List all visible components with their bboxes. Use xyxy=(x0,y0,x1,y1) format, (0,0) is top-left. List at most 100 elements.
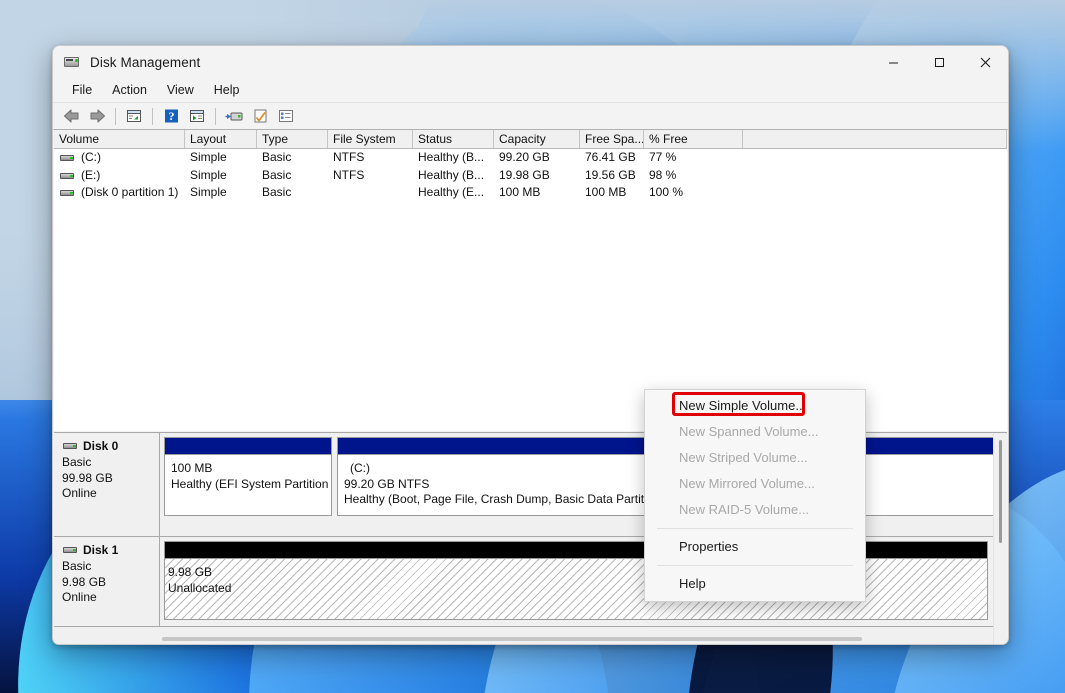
context-menu-item-new-raid-5-volume: New RAID-5 Volume... xyxy=(679,502,810,517)
partition-color-bar xyxy=(854,437,994,454)
volume-list-rows: (C:) Simple Basic NTFS Healthy (B... 99.20 GB… xyxy=(54,149,1007,202)
menu-item-help[interactable]: Help xyxy=(204,81,250,100)
column-header-free-spa[interactable]: Free Spa... xyxy=(580,130,644,148)
cell-layout: Simple xyxy=(190,167,227,182)
partition-block[interactable] xyxy=(854,437,994,536)
cell-volume: (E:) xyxy=(54,167,185,184)
cell-percent-free: 77 % xyxy=(649,150,677,165)
toolbar-separator xyxy=(215,107,216,125)
back-icon[interactable] xyxy=(59,105,83,127)
volume-label: (Disk 0 partition 1) xyxy=(81,185,179,200)
context-menu[interactable]: New Simple Volume... New Spanned Volume..… xyxy=(644,389,866,602)
context-menu-separator xyxy=(657,565,853,566)
properties-icon[interactable] xyxy=(274,105,298,127)
disk-info-panel[interactable]: Disk 1 Basic 9.98 GB Online xyxy=(54,537,160,627)
cell-status: Healthy (B... xyxy=(418,150,485,165)
forward-icon[interactable] xyxy=(85,105,109,127)
cell-free-space: 76.41 GB xyxy=(585,150,636,165)
disk-title: Disk 1 xyxy=(62,543,159,557)
partition-block[interactable]: 100 MB Healthy (EFI System Partition xyxy=(164,437,332,536)
partition-status: Healthy (EFI System Partition xyxy=(171,476,329,491)
disk-partition-bars: 9.98 GB Unallocated xyxy=(160,537,994,627)
volume-list-pane: Volume Layout Type File System Status Capacit… xyxy=(54,129,1007,431)
svg-text:?: ? xyxy=(168,109,174,123)
disk-state: Online xyxy=(62,590,97,604)
disk-name: Disk 0 xyxy=(83,439,119,453)
context-menu-item-new-striped-volume: New Striped Volume... xyxy=(679,450,808,465)
cell-percent-free: 100 % xyxy=(649,185,684,200)
rescan-disks-icon[interactable] xyxy=(222,105,246,127)
disk-state: Online xyxy=(62,486,97,500)
toolbar-separator xyxy=(152,107,153,125)
context-menu-item-new-spanned-volume: New Spanned Volume... xyxy=(679,424,819,439)
table-row[interactable]: (C:) Simple Basic NTFS Healthy (B... 99.20 GB… xyxy=(54,149,1007,167)
column-header-capacity[interactable]: Capacity xyxy=(494,130,580,148)
cell-type: Basic xyxy=(262,150,292,165)
close-button[interactable] xyxy=(962,46,1008,78)
maximize-button[interactable] xyxy=(916,46,962,78)
volume-drive-icon xyxy=(60,168,75,183)
menu-item-file[interactable]: File xyxy=(62,81,102,100)
cell-layout: Simple xyxy=(190,150,227,165)
cell-free-space: 19.56 GB xyxy=(585,167,636,182)
up-one-level-icon[interactable] xyxy=(122,105,146,127)
disk-vertical-scrollbar[interactable] xyxy=(993,433,1007,644)
disk-drive-icon xyxy=(63,544,78,557)
cell-file-system: NTFS xyxy=(333,150,365,165)
cell-percent-free: 98 % xyxy=(649,167,677,182)
disk-horizontal-scrollbar[interactable] xyxy=(161,633,994,644)
partition-legend: UnallocatedPrimary partition xyxy=(54,644,1007,645)
volume-label: (C:) xyxy=(81,150,101,165)
window-controls xyxy=(870,46,1008,78)
context-menu-item-new-simple-volume[interactable]: New Simple Volume... xyxy=(645,393,865,419)
cell-volume: (C:) xyxy=(54,149,185,166)
disk-type: Basic xyxy=(62,559,92,573)
refresh-icon[interactable] xyxy=(248,105,272,127)
disk-vertical-scroll-thumb[interactable] xyxy=(999,440,1002,543)
show-action-pane-icon[interactable] xyxy=(185,105,209,127)
cell-type: Basic xyxy=(262,167,292,182)
volume-drive-icon xyxy=(60,150,75,165)
help-icon[interactable]: ? xyxy=(159,105,183,127)
cell-file-system: NTFS xyxy=(333,167,365,182)
cell-status: Healthy (B... xyxy=(418,167,485,182)
volume-label: (E:) xyxy=(81,167,101,182)
cell-volume: (Disk 0 partition 1) xyxy=(54,184,185,201)
context-menu-separator xyxy=(657,528,853,529)
toolbar-separator xyxy=(115,107,116,125)
column-header-free[interactable]: % Free xyxy=(644,130,743,148)
cell-capacity: 99.20 GB xyxy=(499,150,550,165)
column-header-file-system[interactable]: File System xyxy=(328,130,413,148)
disk-drive-icon xyxy=(64,54,80,70)
window-title: Disk Management xyxy=(90,54,201,70)
context-menu-item-new-mirrored-volume: New Mirrored Volume... xyxy=(679,476,815,491)
partition-size: 100 MB xyxy=(171,461,213,475)
disk-size: 99.98 GB xyxy=(62,470,113,485)
cell-status: Healthy (E... xyxy=(418,185,485,200)
column-header-status[interactable]: Status xyxy=(413,130,494,148)
minimize-button[interactable] xyxy=(870,46,916,78)
menu-item-action[interactable]: Action xyxy=(102,81,157,100)
partition-detail xyxy=(854,454,994,516)
column-header-blank[interactable] xyxy=(743,130,1007,148)
context-menu-item-properties[interactable]: Properties xyxy=(645,534,865,560)
table-row[interactable]: (E:) Simple Basic NTFS Healthy (B... 19.98 GB… xyxy=(54,167,1007,185)
disk-drive-icon xyxy=(63,440,78,453)
column-header-layout[interactable]: Layout xyxy=(185,130,257,148)
disk-title: Disk 0 xyxy=(62,439,159,453)
cell-capacity: 100 MB xyxy=(499,185,541,200)
title-bar: Disk Management xyxy=(53,46,1008,78)
column-header-volume[interactable]: Volume xyxy=(54,130,185,148)
cell-free-space: 100 MB xyxy=(585,185,627,200)
context-menu-item-help[interactable]: Help xyxy=(645,571,865,597)
partition-detail: 100 MB Healthy (EFI System Partition xyxy=(164,454,332,516)
disk-horizontal-scroll-thumb[interactable] xyxy=(162,637,862,641)
cell-type: Basic xyxy=(262,185,292,200)
column-header-type[interactable]: Type xyxy=(257,130,328,148)
table-row[interactable]: (Disk 0 partition 1) Simple Basic Healthy (… xyxy=(54,184,1007,202)
menu-item-view[interactable]: View xyxy=(157,81,204,100)
menu-bar: File Action View Help xyxy=(53,78,1008,103)
disk-name: Disk 1 xyxy=(83,543,119,557)
disk-type: Basic xyxy=(62,455,92,469)
disk-info-panel[interactable]: Disk 0 Basic 99.98 GB Online xyxy=(54,433,160,537)
